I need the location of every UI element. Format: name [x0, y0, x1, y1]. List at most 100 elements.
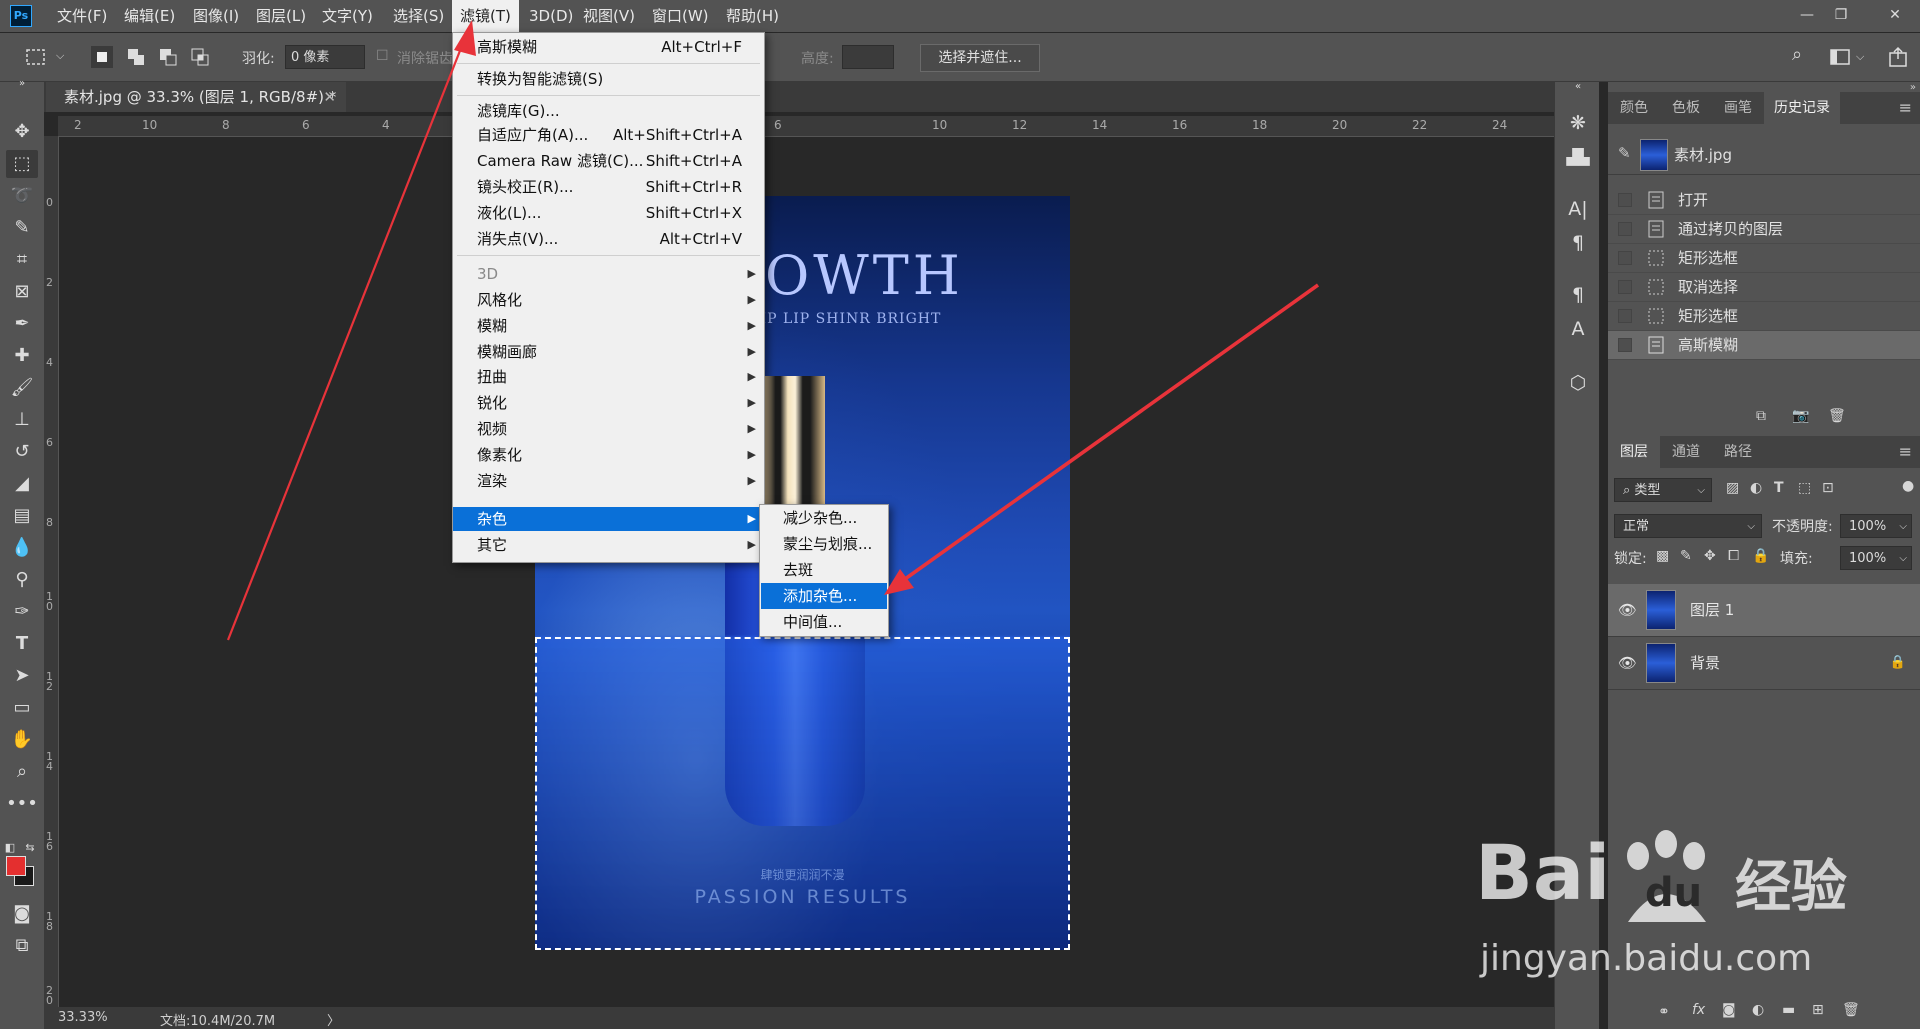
menu-type[interactable]: 文字(Y) [314, 0, 381, 32]
path-select-tool-icon[interactable]: ➤ [6, 662, 38, 690]
tab-color[interactable]: 颜色 [1608, 92, 1660, 124]
healing-brush-tool-icon[interactable]: ✚ [6, 342, 38, 370]
delete-state-icon[interactable]: 🗑 [1828, 408, 1846, 424]
close-document-icon[interactable]: ✕ [323, 82, 336, 112]
blur-tool-icon[interactable]: 💧 [6, 534, 38, 562]
tab-history[interactable]: 历史记录 [1764, 92, 1840, 124]
menu-filter[interactable]: 滤镜(T) [452, 0, 519, 32]
3d-panel-icon[interactable]: ⬡ [1565, 370, 1591, 396]
history-source-checkbox[interactable] [1618, 193, 1632, 207]
menu-item-pixelate[interactable]: 像素化 ▶ [453, 443, 764, 467]
character-style-icon[interactable]: ¶ [1565, 282, 1591, 308]
menu-item-lens-correction[interactable]: 镜头校正(R)... Shift+Ctrl+R [453, 175, 764, 199]
gradient-tool-icon[interactable]: ▤ [6, 502, 38, 530]
new-selection-icon[interactable] [90, 45, 114, 69]
menu-item-filter-gallery[interactable]: 滤镜库(G)... [453, 99, 764, 123]
layer-name[interactable]: 图层 1 [1690, 584, 1734, 636]
adjustment-layer-icon[interactable]: ◐ [1752, 1002, 1764, 1018]
quick-mask-icon[interactable]: ◙ [6, 900, 38, 928]
lock-transparent-icon[interactable]: ▩ [1656, 548, 1669, 564]
feather-input[interactable]: 0 像素 [285, 45, 365, 69]
tool-preset-chevron-icon[interactable]: ⌵ [56, 49, 64, 63]
layer-row[interactable]: 👁 图层 1 [1608, 584, 1920, 637]
history-source-checkbox[interactable] [1618, 251, 1632, 265]
paragraph-style-icon[interactable]: A [1565, 316, 1591, 342]
add-selection-icon[interactable] [124, 45, 148, 69]
menu-edit[interactable]: 编辑(E) [116, 0, 183, 32]
rectangle-tool-icon[interactable]: ▭ [6, 694, 38, 722]
pen-tool-icon[interactable]: ✑ [6, 598, 38, 626]
menu-layer[interactable]: 图层(L) [248, 0, 314, 32]
submenu-item-add-noise[interactable]: 添加杂色... [761, 583, 887, 609]
collapse-toolbar-icon[interactable]: » [6, 77, 38, 91]
menu-select[interactable]: 选择(S) [385, 0, 452, 32]
lock-artboard-icon[interactable]: ⧠ [1728, 548, 1739, 564]
workspace-chevron-icon[interactable]: ⌵ [1856, 50, 1864, 64]
filter-shape-icon[interactable]: ⬚ [1798, 480, 1811, 496]
eyedropper-tool-icon[interactable]: ✒ [6, 310, 38, 338]
layer-row[interactable]: 👁 背景 🔒 [1608, 637, 1920, 690]
document-tab[interactable]: 素材.jpg @ 33.3% (图层 1, RGB/8#) * ✕ [46, 82, 346, 112]
menu-item-liquify[interactable]: 液化(L)... Shift+Ctrl+X [453, 201, 764, 225]
tab-brushes[interactable]: 画笔 [1712, 92, 1764, 124]
layer-filter-select[interactable]: ⌕ 类型 ⌵ [1614, 478, 1712, 502]
menu-item-noise[interactable]: 杂色 ▶ [453, 507, 764, 531]
history-step[interactable]: 打开 [1608, 186, 1920, 215]
tab-layers[interactable]: 图层 [1608, 436, 1660, 468]
crop-tool-icon[interactable]: ⌗ [6, 246, 38, 274]
new-group-icon[interactable]: ▬ [1782, 1002, 1795, 1018]
tab-paths[interactable]: 路径 [1712, 436, 1764, 468]
menu-3d[interactable]: 3D(D) [521, 0, 581, 32]
menu-view[interactable]: 视图(V) [575, 0, 643, 32]
clone-stamp-tool-icon[interactable]: ⊥ [6, 406, 38, 434]
filter-type-icon[interactable]: T [1774, 480, 1784, 496]
visibility-eye-icon[interactable]: 👁 [1618, 637, 1637, 689]
menu-file[interactable]: 文件(F) [49, 0, 115, 32]
opacity-input[interactable]: 100% ⌵ [1840, 514, 1912, 538]
menu-item-camera-raw[interactable]: Camera Raw 滤镜(C)... Shift+Ctrl+A [453, 149, 764, 173]
search-icon[interactable]: ⌕ [1792, 44, 1802, 65]
snapshot-camera-icon[interactable]: 📷 [1792, 408, 1809, 424]
zoom-level[interactable]: 33.33% [58, 1010, 108, 1025]
character-icon[interactable]: A| [1565, 196, 1591, 222]
antialias-checkbox[interactable]: ☐ [376, 48, 389, 64]
menu-item-blur-gallery[interactable]: 模糊画廊 ▶ [453, 340, 764, 364]
tab-swatches[interactable]: 色板 [1660, 92, 1712, 124]
more-tools-icon[interactable]: ••• [6, 790, 38, 818]
rect-marquee-tool-icon[interactable]: ⬚ [6, 150, 38, 178]
history-source-checkbox[interactable] [1618, 222, 1632, 236]
history-step[interactable]: 矩形选框 [1608, 244, 1920, 273]
hand-tool-icon[interactable]: ✋ [6, 726, 38, 754]
link-layers-icon[interactable]: ⚭ [1658, 1004, 1670, 1020]
history-source-checkbox[interactable] [1618, 280, 1632, 294]
lock-all-icon[interactable]: 🔒 [1752, 548, 1769, 564]
history-step-selected[interactable]: 高斯模糊 [1608, 331, 1920, 360]
menu-item-stylize[interactable]: 风格化 ▶ [453, 288, 764, 312]
subtract-selection-icon[interactable] [156, 45, 180, 69]
new-layer-icon[interactable]: ⊞ [1812, 1002, 1824, 1018]
dodge-tool-icon[interactable]: ⚲ [6, 566, 38, 594]
status-menu-arrow-icon[interactable]: 〉 [327, 1010, 340, 1029]
marquee-tool-icon[interactable] [24, 45, 48, 69]
restore-icon[interactable]: ❐ [1826, 4, 1856, 26]
menu-item-convert-smart-filter[interactable]: 转换为智能滤镜(S) [453, 67, 764, 91]
history-panel-menu-icon[interactable]: ≡ [1899, 98, 1912, 117]
add-mask-icon[interactable]: ◙ [1722, 1002, 1736, 1018]
submenu-item-median[interactable]: 中间值... [761, 609, 887, 635]
filter-smart-object-icon[interactable]: ⊡ [1822, 480, 1834, 496]
history-source-checkbox[interactable] [1618, 309, 1632, 323]
menu-item-blur[interactable]: 模糊 ▶ [453, 314, 764, 338]
fill-input[interactable]: 100% ⌵ [1840, 546, 1912, 570]
share-icon[interactable] [1886, 45, 1910, 69]
visibility-eye-icon[interactable]: 👁 [1618, 584, 1637, 636]
submenu-item-despeckle[interactable]: 去斑 [761, 557, 887, 583]
menu-item-adaptive-wide-angle[interactable]: 自适应广角(A)... Alt+Shift+Ctrl+A [453, 123, 764, 147]
brush-tool-icon[interactable]: 🖌 [6, 374, 38, 402]
history-brush-source-icon[interactable]: ✎ [1618, 144, 1631, 162]
menu-item-other[interactable]: 其它 ▶ [453, 533, 764, 557]
minimize-icon[interactable]: — [1792, 4, 1822, 26]
lock-image-icon[interactable]: ✎ [1680, 548, 1692, 564]
move-tool-icon[interactable]: ✥ [6, 118, 38, 146]
menu-image[interactable]: 图像(I) [185, 0, 247, 32]
layer-name[interactable]: 背景 [1690, 637, 1720, 689]
